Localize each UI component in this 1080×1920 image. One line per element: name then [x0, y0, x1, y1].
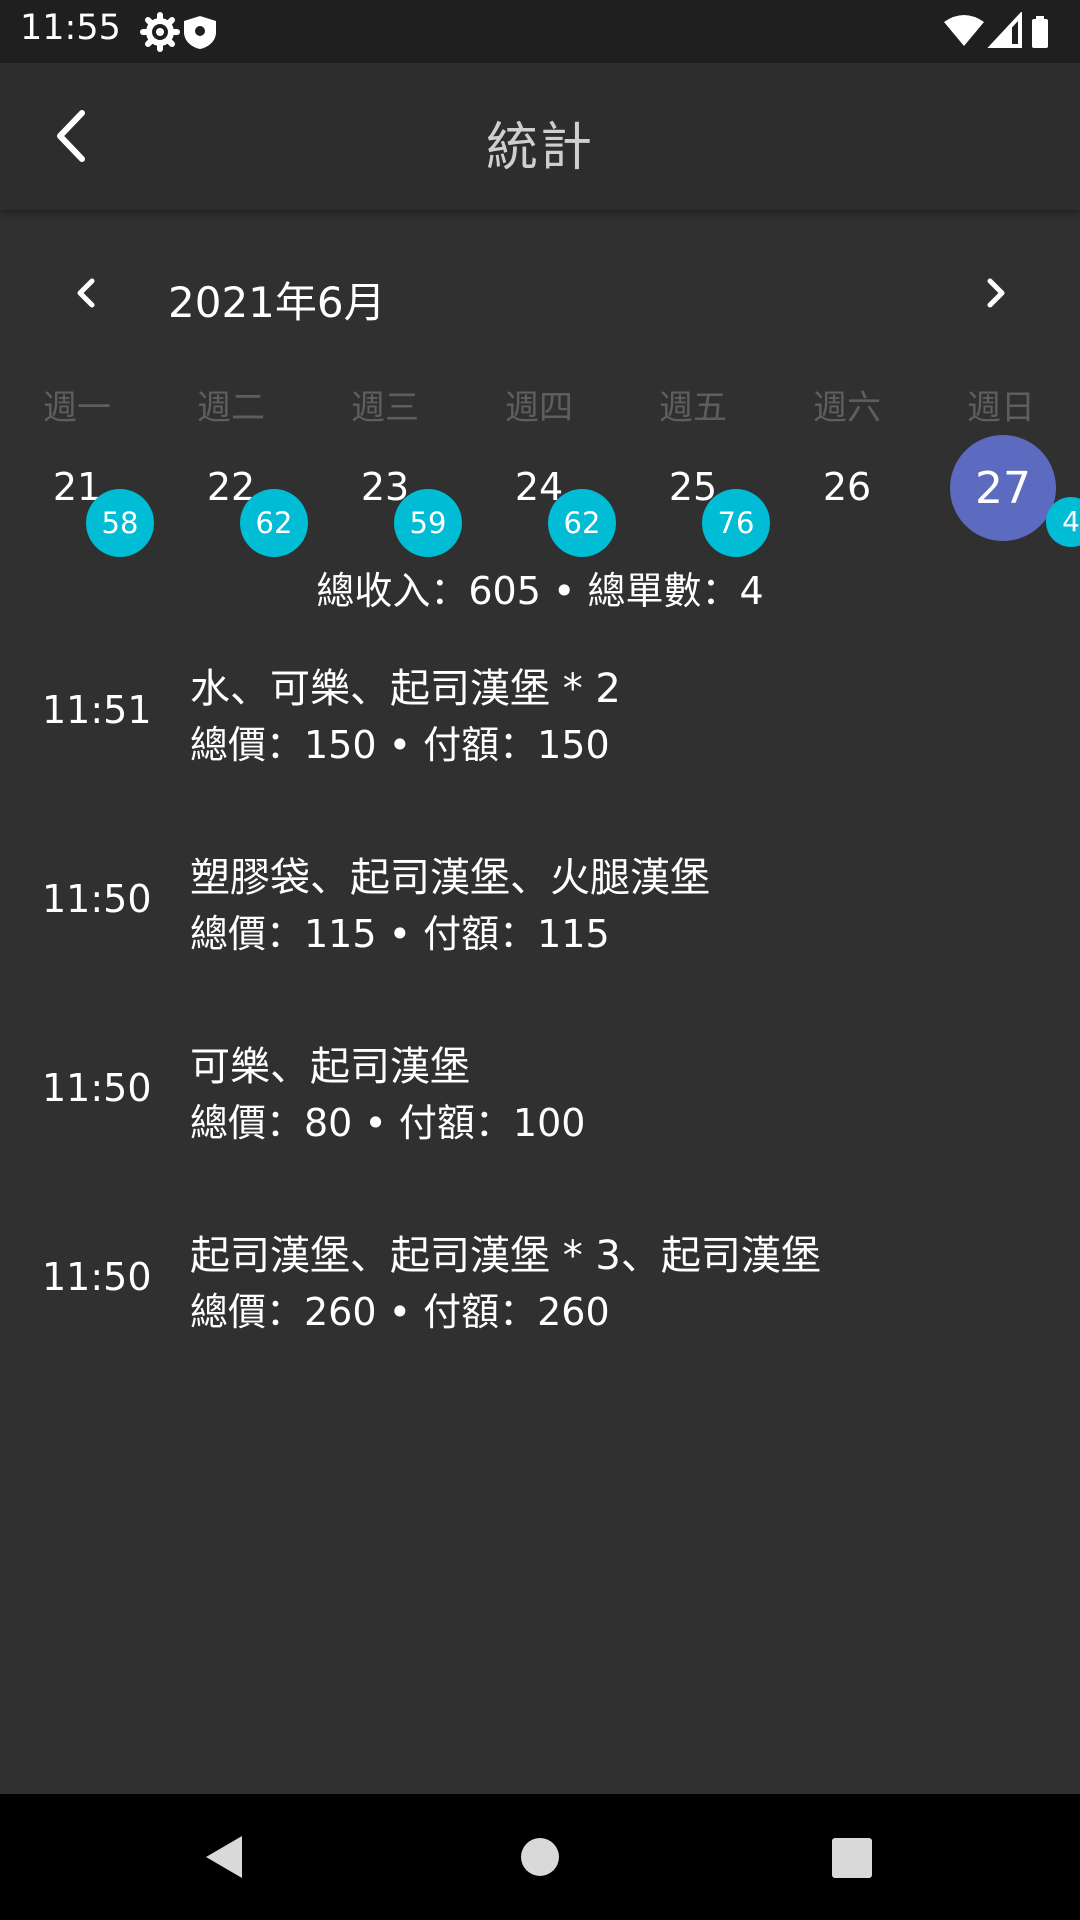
status-right-icons [942, 10, 1062, 56]
order-time: 11:51 [42, 688, 152, 732]
calendar-day[interactable]: 21 58 [0, 435, 154, 557]
daily-summary: 總收入：605 • 總單數：4 [316, 569, 764, 613]
order-items: 塑膠袋、起司漢堡、火腿漢堡 [190, 855, 710, 901]
next-month-button[interactable] [966, 263, 1026, 323]
day-number: 26 [822, 465, 872, 509]
order-items: 起司漢堡、起司漢堡 * 3、起司漢堡 [190, 1233, 821, 1279]
weekday-label: 週四 [505, 388, 573, 428]
order-list-item[interactable]: 11:50 可樂、起司漢堡 總價：80 • 付額：100 [0, 1018, 1080, 1207]
weekday-label: 週一 [43, 388, 111, 428]
day-count-badge: 62 [548, 489, 616, 557]
battery-icon [1032, 16, 1048, 48]
order-list: 11:51 水、可樂、起司漢堡 * 2 總價：150 • 付額：150 11:5… [0, 640, 1080, 1396]
weekday-label: 週五 [659, 388, 727, 428]
square-recents-icon [832, 1838, 872, 1878]
calendar-day-selected[interactable]: 27 4 [926, 435, 1080, 547]
order-time: 11:50 [42, 1255, 152, 1299]
order-time: 11:50 [42, 1066, 152, 1110]
day-count-badge: 58 [86, 489, 154, 557]
status-left-icons [140, 12, 240, 56]
weekday-label: 週六 [813, 388, 881, 428]
day-count-badge: 76 [702, 489, 770, 557]
order-list-item[interactable]: 11:50 起司漢堡、起司漢堡 * 3、起司漢堡 總價：260 • 付額：260 [0, 1207, 1080, 1396]
triangle-back-icon [206, 1836, 242, 1878]
order-price: 總價：150 • 付額：150 [190, 723, 610, 767]
nav-back-button[interactable] [200, 1832, 250, 1886]
system-navigation-bar [0, 1794, 1080, 1920]
order-price: 總價：260 • 付額：260 [190, 1290, 610, 1334]
calendar-day[interactable]: 25 76 [616, 435, 770, 557]
weekday-header-row: 週一 週二 週三 週四 週五 週六 週日 [0, 380, 1080, 430]
weekday-label: 週日 [967, 388, 1035, 428]
order-price: 總價：115 • 付額：115 [190, 912, 610, 956]
shield-icon [184, 16, 216, 49]
order-list-item[interactable]: 11:51 水、可樂、起司漢堡 * 2 總價：150 • 付額：150 [0, 640, 1080, 829]
month-navigation: 2021年6月 [0, 255, 1080, 335]
chevron-left-icon [77, 278, 95, 308]
status-time: 11:55 [20, 8, 121, 48]
previous-month-button[interactable] [56, 263, 116, 323]
wifi-icon [944, 15, 984, 46]
calendar-day[interactable]: 26 [770, 435, 924, 545]
day-count-badge: 59 [394, 489, 462, 557]
calendar-day[interactable]: 22 62 [154, 435, 308, 557]
calendar-day[interactable]: 23 59 [308, 435, 462, 557]
chevron-right-icon [987, 278, 1005, 308]
calendar-week-row: 21 58 22 62 23 59 24 62 25 76 26 27 4 [0, 435, 1080, 557]
order-price: 總價：80 • 付額：100 [190, 1101, 586, 1145]
calendar-day[interactable]: 24 62 [462, 435, 616, 557]
weekday-label: 週三 [351, 388, 419, 428]
page-title: 統計 [485, 118, 594, 178]
order-time: 11:50 [42, 877, 152, 921]
order-list-item[interactable]: 11:50 塑膠袋、起司漢堡、火腿漢堡 總價：115 • 付額：115 [0, 829, 1080, 1018]
nav-home-button[interactable] [520, 1832, 560, 1886]
order-items: 水、可樂、起司漢堡 * 2 [190, 666, 621, 712]
weekday-label: 週二 [197, 388, 265, 428]
app-bar: 統計 [0, 63, 1080, 210]
month-label: 2021年6月 [168, 278, 386, 327]
gear-icon [140, 12, 180, 52]
circle-home-icon [521, 1838, 559, 1876]
nav-recent-apps-button[interactable] [830, 1832, 874, 1886]
day-count-badge: 62 [240, 489, 308, 557]
order-items: 可樂、起司漢堡 [190, 1044, 470, 1090]
status-bar: 11:55 [0, 0, 1080, 63]
